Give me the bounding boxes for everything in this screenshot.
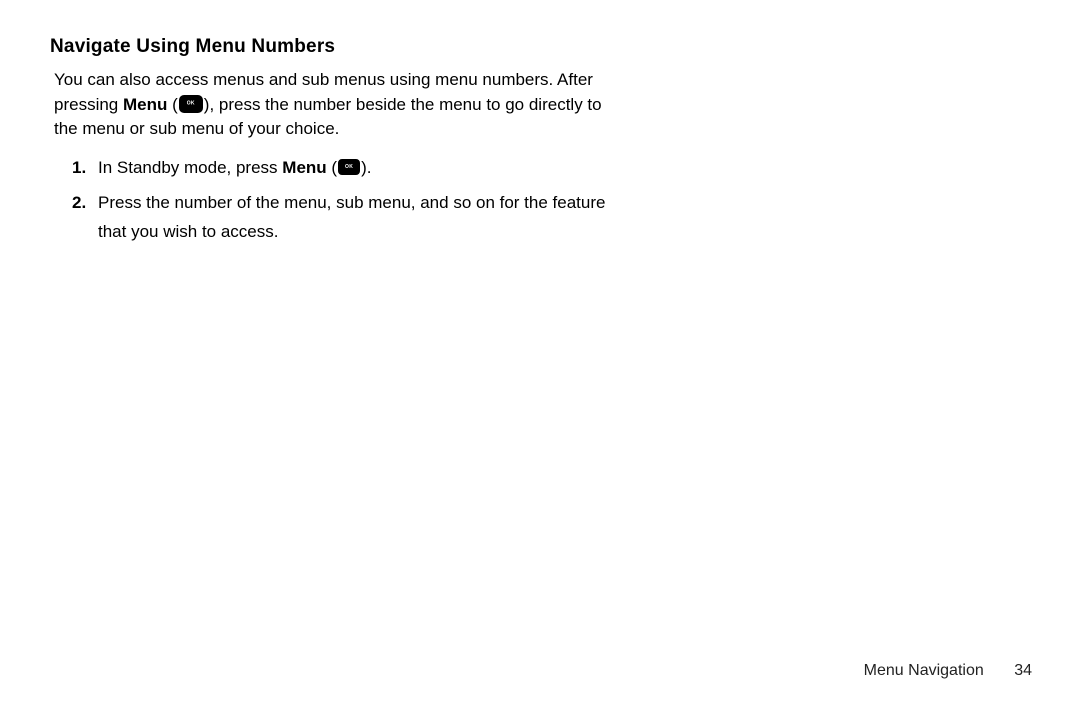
ok-key-icon [338, 159, 360, 175]
step-text-pre: In Standby mode, press [98, 158, 282, 177]
step-body: Press the number of the menu, sub menu, … [98, 189, 632, 247]
page-heading: Navigate Using Menu Numbers [50, 36, 1030, 58]
page-footer: Menu Navigation 34 [864, 662, 1032, 680]
document-page: Navigate Using Menu Numbers You can also… [0, 0, 1080, 720]
intro-paragraph: You can also access menus and sub menus … [54, 68, 614, 142]
footer-page-number: 34 [1014, 662, 1032, 679]
step-number: 2. [72, 189, 98, 247]
ok-key-icon [179, 95, 203, 113]
step-text-post: . [367, 158, 372, 177]
intro-menu-word: Menu [123, 95, 167, 114]
steps-list: 1. In Standby mode, press Menu (). 2. Pr… [72, 154, 632, 247]
footer-section-name: Menu Navigation [864, 662, 984, 679]
list-item: 2. Press the number of the menu, sub men… [72, 189, 632, 247]
list-item: 1. In Standby mode, press Menu (). [72, 154, 632, 183]
step-body: In Standby mode, press Menu (). [98, 154, 632, 183]
step-number: 1. [72, 154, 98, 183]
step-menu-word: Menu [282, 158, 326, 177]
step-text-pre: Press the number of the menu, sub menu, … [98, 193, 605, 241]
